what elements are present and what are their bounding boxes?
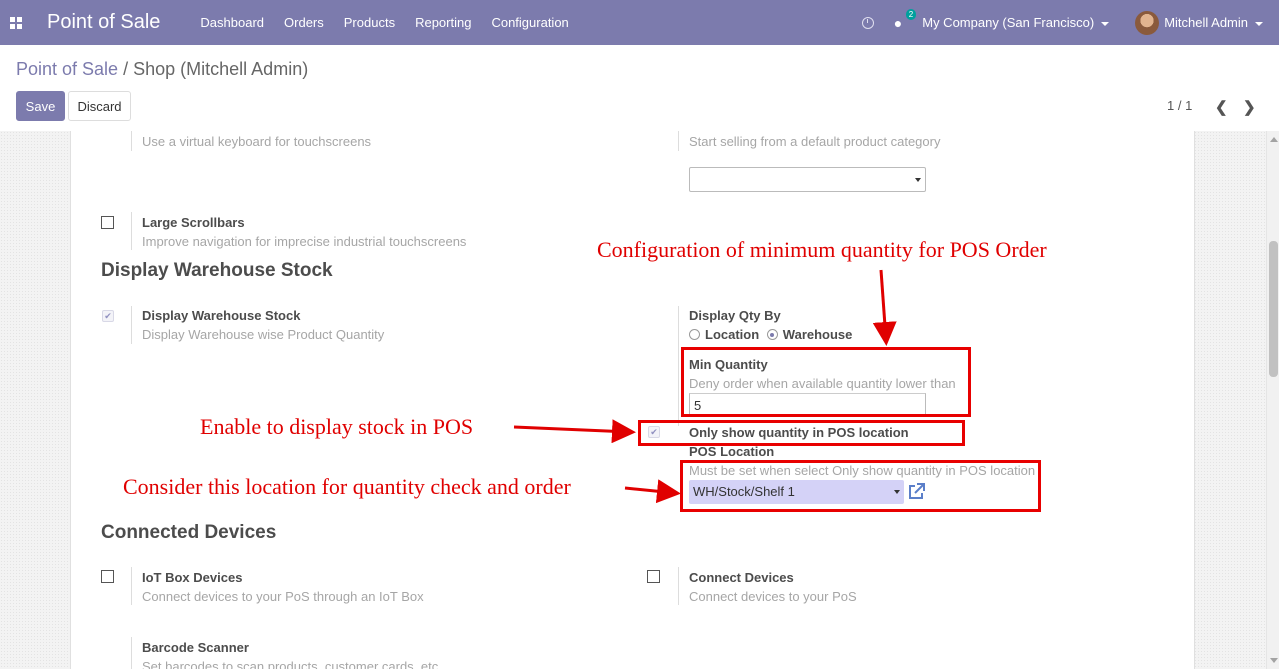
arrow-to-only-pos [513,419,636,444]
arrow-to-pos-location [624,479,681,504]
arrow-to-min-qty [872,269,897,346]
annotation-arrows [513,269,897,504]
